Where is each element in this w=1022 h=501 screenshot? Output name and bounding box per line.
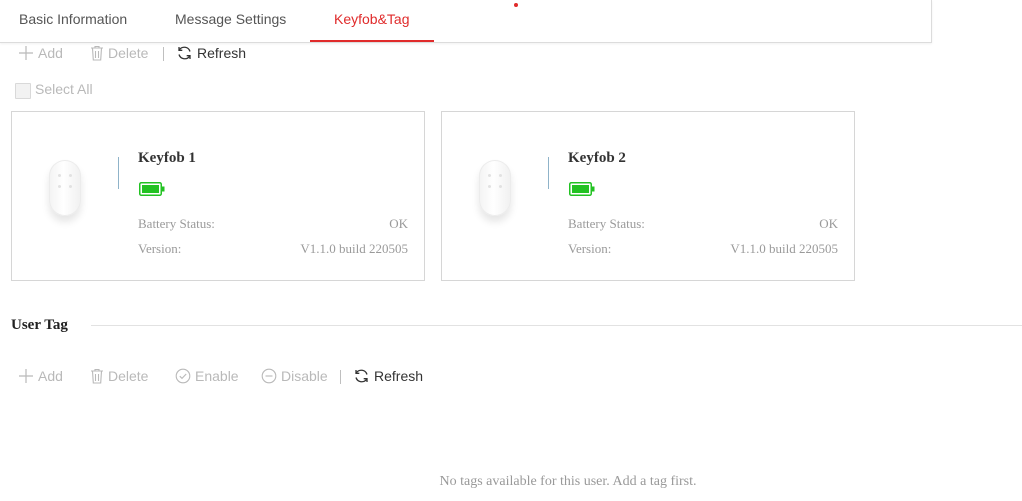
keyfob-image — [479, 160, 511, 216]
notification-dot — [514, 3, 518, 7]
active-tab-indicator — [310, 40, 434, 42]
refresh-icon — [355, 369, 368, 383]
keyfob-card[interactable]: Keyfob 2 Battery Status: OK Version: V1.… — [441, 111, 855, 281]
enable-label: Enable — [195, 368, 239, 384]
card-divider — [118, 157, 119, 189]
version-label: Version: — [138, 241, 182, 256]
delete-keyfob-button[interactable]: Delete — [90, 45, 148, 61]
keyfob-button-dot — [488, 185, 491, 188]
tab-message-settings[interactable]: Message Settings — [175, 11, 286, 27]
keyfob-button-dot — [69, 185, 72, 188]
card-divider — [548, 157, 549, 189]
add-label: Add — [38, 368, 63, 384]
trash-icon — [91, 45, 103, 61]
plus-icon — [19, 369, 33, 383]
toolbar-divider — [163, 47, 164, 61]
delete-label: Delete — [108, 368, 149, 384]
user-tag-title: User Tag — [11, 317, 68, 333]
keyfob-button-dot — [499, 185, 502, 188]
toolbar-divider — [340, 370, 341, 384]
tab-bar: Basic Information Message Settings Keyfo… — [0, 0, 932, 43]
disable-label: Disable — [281, 368, 328, 384]
refresh-label: Refresh — [197, 45, 247, 61]
battery-status-value: OK — [819, 216, 838, 231]
section-divider — [91, 325, 1022, 326]
disable-tag-button[interactable]: Disable — [261, 368, 328, 384]
refresh-keyfob-button[interactable]: Refresh — [176, 45, 246, 61]
add-tag-button[interactable]: Add — [18, 368, 63, 384]
delete-tag-button[interactable]: Delete — [90, 368, 148, 384]
keyfob-image — [49, 160, 81, 216]
select-all-label: Select All — [35, 81, 93, 97]
enable-tag-button[interactable]: Enable — [175, 368, 239, 384]
keyfob-card[interactable]: Keyfob 1 Battery Status: OK Version: V1.… — [11, 111, 425, 281]
version-label: Version: — [568, 241, 612, 256]
add-keyfob-button[interactable]: Add — [18, 45, 63, 61]
battery-status-value: OK — [389, 216, 408, 231]
keyfob-name: Keyfob 1 — [138, 150, 196, 166]
select-all-checkbox[interactable] — [15, 83, 31, 99]
keyfob-button-dot — [58, 174, 61, 177]
battery-full-icon — [569, 182, 595, 196]
version-value: V1.1.0 build 220505 — [730, 241, 838, 256]
battery-full-icon — [139, 182, 165, 196]
battery-status-label: Battery Status: — [138, 216, 215, 231]
minus-circle-icon — [261, 368, 277, 384]
keyfob-name: Keyfob 2 — [568, 150, 626, 166]
version-value: V1.1.0 build 220505 — [300, 241, 408, 256]
delete-label: Delete — [108, 45, 149, 61]
keyfob-button-dot — [58, 185, 61, 188]
tab-keyfob-tag[interactable]: Keyfob&Tag — [334, 11, 410, 27]
refresh-tag-button[interactable]: Refresh — [353, 368, 423, 384]
plus-icon — [19, 46, 33, 60]
refresh-icon — [178, 46, 191, 60]
empty-tags-message: No tags available for this user. Add a t… — [439, 474, 697, 489]
keyfob-button-dot — [69, 174, 72, 177]
check-circle-icon — [175, 368, 191, 384]
add-label: Add — [38, 45, 63, 61]
tab-basic-information[interactable]: Basic Information — [19, 11, 127, 27]
trash-icon — [91, 368, 103, 384]
battery-status-label: Battery Status: — [568, 216, 645, 231]
refresh-label: Refresh — [374, 368, 424, 384]
keyfob-button-dot — [488, 174, 491, 177]
keyfob-button-dot — [499, 174, 502, 177]
